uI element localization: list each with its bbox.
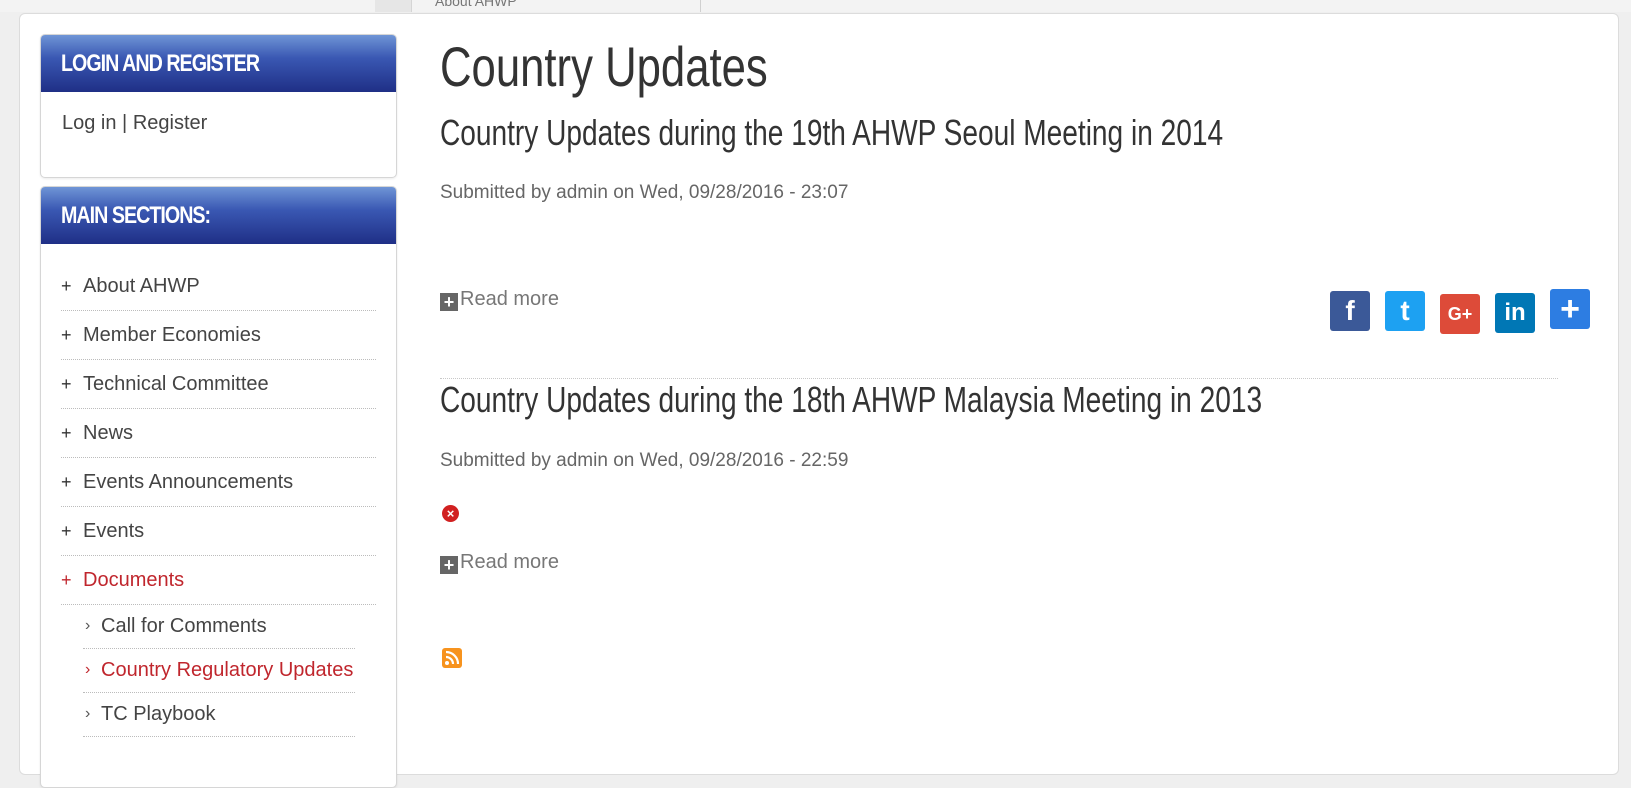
submenu-item-call-for-comments[interactable]: › Call for Comments [83, 605, 355, 649]
plus-icon: + [61, 276, 72, 296]
menu-item-label: Member Economies [83, 324, 261, 346]
node-submitted-info: Submitted by admin on Wed, 09/28/2016 - … [440, 182, 849, 203]
submenu-item-label: TC Playbook [101, 703, 216, 725]
read-more-link[interactable]: + Read more [440, 288, 559, 311]
chevron-right-icon: › [85, 705, 91, 722]
node-title-malaysia[interactable]: Country Updates during the 18th AHWP Mal… [440, 379, 1494, 421]
plus-square-icon: + [440, 293, 458, 311]
menu-item-about-ahwp[interactable]: + About AHWP [61, 262, 376, 311]
top-strip-block [375, 0, 412, 12]
menu-item-label: Technical Committee [83, 373, 269, 395]
plus-icon: + [61, 570, 72, 590]
read-more-label: Read more [460, 288, 559, 310]
menu-item-label: About AHWP [83, 275, 200, 297]
facebook-share-icon[interactable]: f [1330, 291, 1370, 331]
read-more-label: Read more [460, 551, 559, 573]
plus-icon: + [61, 521, 72, 541]
submenu-item-label: Country Regulatory Updates [101, 659, 354, 681]
more-share-icon[interactable]: + [1550, 289, 1590, 329]
top-strip-text: About AHWP [435, 0, 517, 9]
broken-image-icon: × [442, 505, 459, 522]
node-title-seoul[interactable]: Country Updates during the 19th AHWP Seo… [440, 112, 1444, 154]
menu-item-news[interactable]: + News [61, 409, 376, 458]
menu-item-events[interactable]: + Events [61, 507, 376, 556]
plus-icon: + [61, 374, 72, 394]
login-link[interactable]: Log in [62, 112, 117, 134]
plus-icon: + [61, 472, 72, 492]
menu-item-member-economies[interactable]: + Member Economies [61, 311, 376, 360]
page-title: Country Updates [440, 35, 768, 98]
menu-item-documents[interactable]: + Documents [61, 556, 376, 605]
submenu-item-country-regulatory-updates[interactable]: › Country Regulatory Updates [83, 649, 355, 693]
register-link[interactable]: Register [133, 112, 207, 134]
share-buttons: f t G+ in + [1315, 289, 1590, 334]
google-plus-share-icon[interactable]: G+ [1440, 294, 1480, 334]
twitter-share-icon[interactable]: t [1385, 291, 1425, 331]
rss-feed-icon[interactable] [442, 648, 462, 668]
page-container: LOGIN AND REGISTER Log in | Register MAI… [19, 13, 1619, 788]
menu-item-technical-committee[interactable]: + Technical Committee [61, 360, 376, 409]
login-separator: | [116, 112, 133, 134]
node-submitted-info: Submitted by admin on Wed, 09/28/2016 - … [440, 450, 849, 471]
menu-item-label: Documents [83, 569, 185, 591]
submenu-item-label: Call for Comments [101, 615, 267, 637]
submenu-item-tc-playbook[interactable]: › TC Playbook [83, 693, 355, 737]
menu-item-label: Events [83, 520, 145, 542]
chevron-right-icon: › [85, 617, 91, 634]
menu-item-label: News [83, 422, 134, 444]
plus-icon: + [61, 423, 72, 443]
main-menu: + About AHWP + Member Economies + Technical… [41, 244, 396, 605]
top-strip-divider [700, 0, 701, 12]
plus-icon: + [61, 325, 72, 345]
main-sections-title: MAIN SECTIONS: [41, 187, 396, 244]
login-links: Log in | Register [41, 92, 396, 155]
documents-submenu: › Call for Comments › Country Regulatory U… [41, 605, 396, 737]
read-more-link[interactable]: + Read more [440, 551, 559, 574]
plus-square-icon: + [440, 556, 458, 574]
menu-item-events-announcements[interactable]: + Events Announcements [61, 458, 376, 507]
linkedin-share-icon[interactable]: in [1495, 293, 1535, 333]
menu-item-label: Events Announcements [83, 471, 294, 493]
login-block-title: LOGIN AND REGISTER [41, 35, 396, 92]
top-strip: About AHWP [0, 0, 1631, 12]
main-sections-block: MAIN SECTIONS: + About AHWP + Member Econo… [40, 186, 397, 788]
chevron-right-icon: › [85, 661, 91, 678]
login-block: LOGIN AND REGISTER Log in | Register [40, 34, 397, 178]
